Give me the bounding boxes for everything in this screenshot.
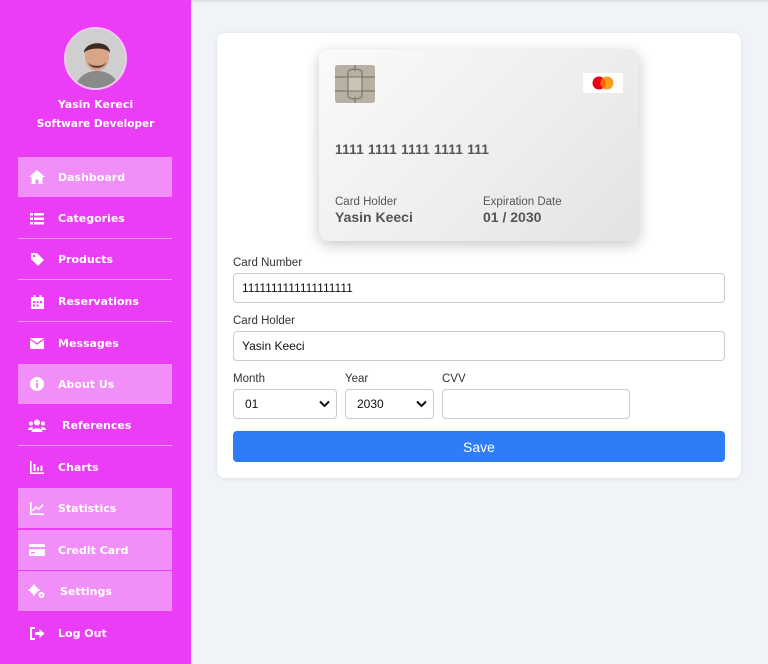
sidebar-item-settings[interactable]: Settings [18,571,172,611]
list-icon [28,210,46,228]
users-icon [28,417,46,435]
sidebar-item-label: References [62,419,132,432]
chevron-down-icon [416,397,427,411]
card-holder-field-label: Card Holder [233,315,295,327]
card-holder-label: Card Holder [335,196,397,208]
sidebar-item-credit-card[interactable]: Credit Card [18,530,172,570]
info-icon [28,375,46,393]
tag-icon [28,251,46,269]
chip-icon [335,65,375,103]
calendar-icon [28,293,46,311]
card-number-input[interactable]: 1111111111111111111 [233,273,725,303]
credit-card-preview: 1111 1111 1111 1111 111 Card Holder Yasi… [319,49,639,241]
expiration-label: Expiration Date [483,196,562,208]
sidebar-item-messages[interactable]: Messages [18,323,172,363]
credit-card-icon [28,541,46,559]
sidebar-item-reservations[interactable]: Reservations [18,282,172,322]
sidebar: Yasin Kereci Software Developer Dashboar… [0,0,191,664]
sidebar-item-products[interactable]: Products [18,240,172,280]
sidebar-item-categories[interactable]: Categories [18,199,172,239]
sidebar-item-label: Messages [58,336,119,350]
sidebar-item-log-out[interactable]: Log Out [18,613,172,653]
top-border [191,0,768,2]
envelope-icon [28,334,46,352]
card-number-label: Card Number [233,257,303,269]
sidebar-item-label: Reservations [58,295,139,308]
cvv-input[interactable] [442,389,630,419]
sidebar-item-label: Statistics [58,501,117,515]
sidebar-item-references[interactable]: References [18,406,172,446]
sidebar-item-label: Log Out [58,626,107,640]
card-holder-display: Yasin Keeci [335,209,413,225]
sidebar-item-statistics[interactable]: Statistics [18,488,172,528]
sidebar-item-label: About Us [58,377,115,391]
sidebar-item-label: Charts [58,460,99,474]
mastercard-logo-icon [583,73,623,93]
avatar [64,27,127,90]
home-icon [28,168,46,186]
sidebar-item-label: Categories [58,212,125,225]
sidebar-item-charts[interactable]: Charts [18,447,172,487]
year-label: Year [345,373,369,385]
card-holder-input[interactable]: Yasin Keeci [233,331,725,361]
month-select[interactable]: 01 [233,389,337,419]
save-button[interactable]: Save [233,431,725,462]
chart-icon [28,458,46,476]
year-value: 2030 [357,397,384,411]
sidebar-item-label: Settings [60,584,112,598]
chevron-down-icon [319,397,330,411]
sidebar-item-dashboard[interactable]: Dashboard [18,157,172,197]
line-chart-icon [28,499,46,517]
cvv-label: CVV [442,373,466,385]
sign-out-icon [28,624,46,642]
month-label: Month [233,373,265,385]
sidebar-item-label: Credit Card [58,543,129,557]
card-number-display: 1111 1111 1111 1111 111 [335,142,490,157]
sidebar-item-about-us[interactable]: About Us [18,364,172,404]
year-select[interactable]: 2030 [345,389,434,419]
user-name: Yasin Kereci [57,98,134,111]
cogs-icon [28,582,46,600]
sidebar-item-label: Products [58,253,114,266]
month-value: 01 [245,397,259,411]
sidebar-item-label: Dashboard [58,170,126,184]
expiration-display: 01 / 2030 [483,209,542,225]
user-role: Software Developer [36,118,155,130]
